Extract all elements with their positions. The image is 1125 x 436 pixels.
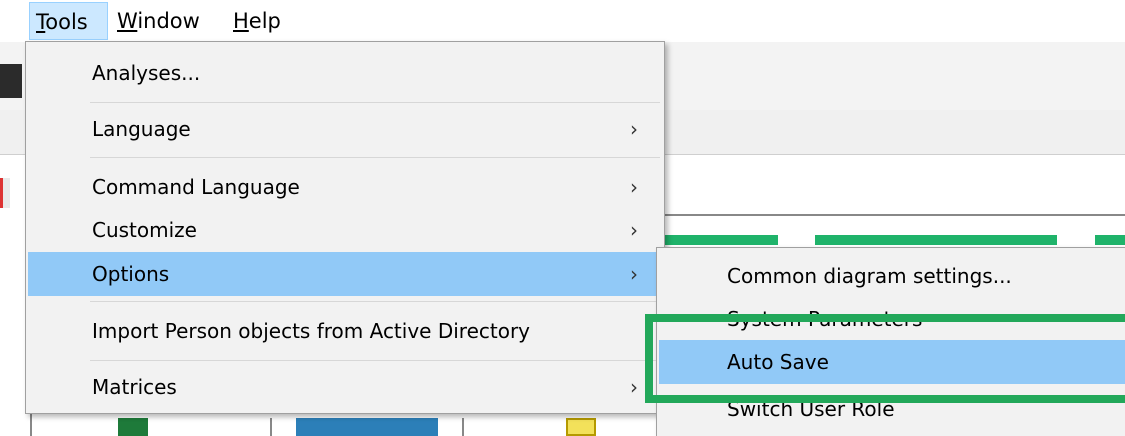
menu-tools[interactable]: Tools	[29, 2, 108, 40]
chevron-right-icon: ›	[630, 262, 638, 286]
menu-help[interactable]: Help	[227, 2, 287, 40]
chevron-right-icon: ›	[630, 375, 638, 399]
menu-item-import-person[interactable]: Import Person objects from Active Direct…	[28, 305, 662, 357]
menu-help-label: elp	[248, 9, 281, 33]
submenu-item-common-diagram-settings[interactable]: Common diagram settings...	[659, 254, 1125, 298]
menu-item-label: Customize	[92, 218, 197, 242]
diagram-shape	[462, 418, 464, 436]
diagram-shape	[566, 418, 596, 436]
diagram-shape	[1095, 235, 1125, 245]
menu-item-customize[interactable]: Customize ›	[28, 208, 662, 252]
menu-item-label: Matrices	[92, 375, 177, 399]
menu-item-analyses[interactable]: Analyses...	[28, 48, 662, 98]
menu-separator	[90, 157, 660, 158]
chevron-right-icon: ›	[630, 218, 638, 242]
edge-icon	[0, 178, 10, 208]
menu-item-matrices[interactable]: Matrices ›	[28, 364, 662, 410]
menu-window-label: indow	[137, 9, 200, 33]
menu-item-command-language[interactable]: Command Language ›	[28, 164, 662, 210]
menu-separator	[90, 102, 660, 103]
chevron-right-icon: ›	[630, 117, 638, 141]
menu-window-accel: W	[117, 9, 138, 33]
menu-item-label: Command Language	[92, 175, 300, 199]
menu-bar: Tools Window Help	[0, 0, 1125, 42]
menu-tools-label: ools	[45, 10, 88, 34]
diagram-shape	[815, 235, 1057, 245]
diagram-shape	[660, 235, 778, 245]
menu-item-label: Options	[92, 262, 170, 286]
tools-menu: Analyses... Language › Command Language …	[25, 41, 665, 414]
diagram-shape	[118, 418, 148, 436]
diagram-shape	[296, 418, 438, 436]
submenu-item-label: Common diagram settings...	[727, 264, 1012, 288]
annotation-highlight-box	[645, 314, 1125, 403]
menu-window[interactable]: Window	[111, 2, 206, 40]
menu-item-label: Language	[92, 117, 191, 141]
menu-item-label: Import Person objects from Active Direct…	[92, 319, 531, 343]
menu-help-accel: H	[233, 9, 249, 33]
diagram-shape	[270, 418, 272, 436]
toolbar-icon	[0, 64, 22, 98]
menu-separator	[90, 360, 660, 361]
menu-item-options[interactable]: Options ›	[28, 252, 662, 296]
chevron-right-icon: ›	[630, 175, 638, 199]
menu-separator	[90, 301, 660, 302]
menu-item-label: Analyses...	[92, 61, 201, 85]
menu-item-language[interactable]: Language ›	[28, 104, 662, 154]
menu-tools-accel: T	[36, 10, 46, 34]
